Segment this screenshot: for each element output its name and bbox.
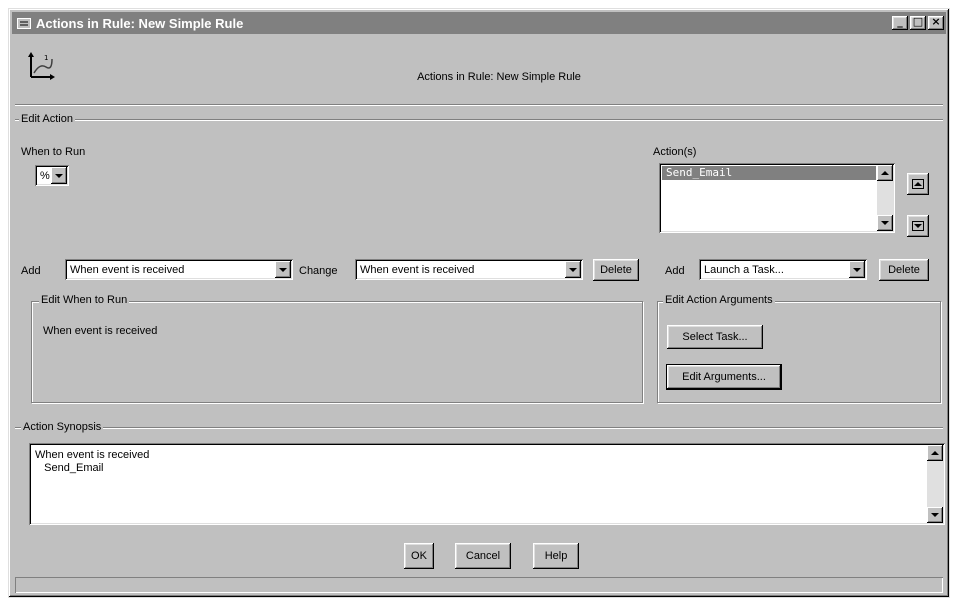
window-menu-icon[interactable] (16, 17, 32, 29)
chevron-down-icon[interactable] (565, 261, 581, 278)
scroll-up-button[interactable] (927, 445, 943, 461)
page-title: Actions in Rule: New Simple Rule (417, 71, 581, 83)
maximize-button[interactable]: □ (910, 16, 926, 30)
chevron-down-icon[interactable] (51, 167, 67, 184)
select-task-button[interactable]: Select Task... (667, 325, 763, 349)
delete-condition-button[interactable]: Delete (593, 259, 639, 281)
scroll-up-button[interactable] (877, 165, 893, 181)
svg-text:1: 1 (44, 54, 48, 62)
change-condition-select[interactable]: When event is received (355, 259, 583, 280)
move-down-button[interactable] (907, 215, 929, 237)
edit-arguments-button[interactable]: Edit Arguments... (666, 364, 782, 390)
scroll-down-button[interactable] (877, 215, 893, 231)
list-item[interactable]: Send_Email (662, 166, 876, 180)
actions-listbox[interactable]: Send_Email (659, 163, 895, 233)
edit-action-divider (15, 119, 943, 121)
change-condition-value: When event is received (360, 263, 475, 276)
window-title: Actions in Rule: New Simple Rule (36, 15, 244, 31)
scroll-down-button[interactable] (927, 507, 943, 523)
action-add-label: Add (665, 265, 685, 277)
cancel-button[interactable]: Cancel (455, 543, 511, 569)
add-label: Add (21, 265, 41, 277)
synopsis-line: Send_Email (35, 462, 104, 474)
synopsis-line: When event is received (35, 449, 150, 461)
change-label: Change (299, 265, 338, 277)
when-to-run-label: When to Run (21, 146, 86, 158)
add-condition-value: When event is received (70, 263, 185, 276)
synopsis-scrollbar[interactable] (927, 445, 943, 523)
move-up-button[interactable] (907, 173, 929, 195)
chevron-down-icon[interactable] (275, 261, 291, 278)
status-bar (15, 577, 943, 593)
actions-scrollbar[interactable] (877, 165, 893, 231)
dialog-window: Actions in Rule: New Simple Rule _ □ × 1… (8, 8, 950, 598)
add-action-value: Launch a Task... (704, 263, 784, 276)
when-to-run-value: % (40, 169, 50, 182)
edit-when-to-run-frame (31, 301, 643, 403)
when-to-run-description: When event is received (43, 325, 158, 337)
chevron-down-icon[interactable] (849, 261, 865, 278)
delete-action-button[interactable]: Delete (879, 259, 929, 281)
when-to-run-select[interactable]: % (35, 165, 69, 186)
action-synopsis-group-label: Action Synopsis (21, 421, 104, 433)
arrow-down-icon (912, 221, 924, 231)
close-button[interactable]: × (928, 16, 944, 30)
title-bar[interactable]: Actions in Rule: New Simple Rule _ □ × (12, 12, 946, 34)
edit-action-group-label: Edit Action (19, 113, 75, 125)
actions-label: Action(s) (653, 146, 697, 158)
header-divider (15, 104, 943, 106)
action-synopsis-textarea[interactable]: When event is received Send_Email (29, 443, 945, 525)
edit-action-arguments-group-label: Edit Action Arguments (663, 294, 775, 306)
add-action-select[interactable]: Launch a Task... (699, 259, 867, 280)
add-condition-select[interactable]: When event is received (65, 259, 293, 280)
arrow-up-icon (912, 179, 924, 189)
help-button[interactable]: Help (533, 543, 579, 569)
action-synopsis-divider (15, 427, 943, 429)
edit-when-to-run-group-label: Edit When to Run (39, 294, 130, 306)
minimize-button[interactable]: _ (892, 16, 908, 30)
header: 1 Actions in Rule: New Simple Rule (12, 35, 946, 105)
ok-button[interactable]: OK (404, 543, 434, 569)
